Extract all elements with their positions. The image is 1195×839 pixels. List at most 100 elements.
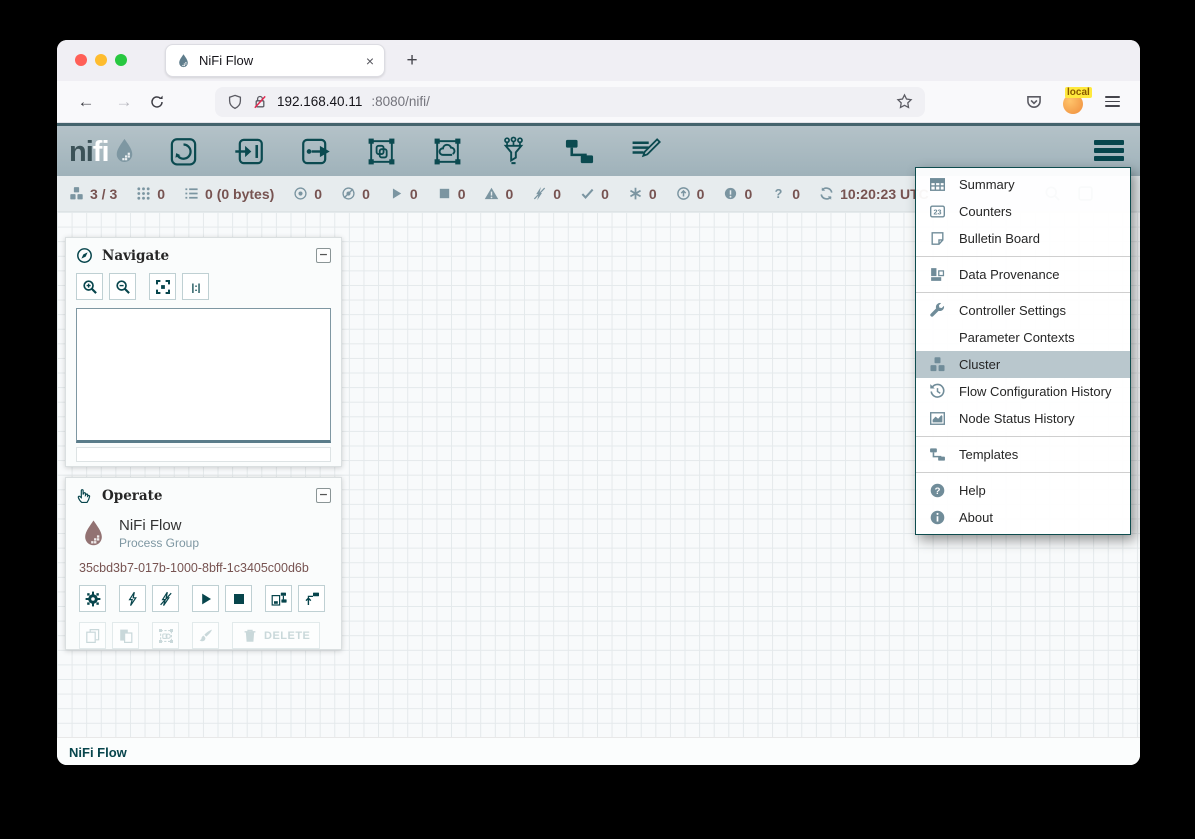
- menu-item-flow-configuration-history[interactable]: Flow Configuration History: [916, 378, 1130, 405]
- global-menu-button[interactable]: [1094, 140, 1124, 161]
- not-transmitting-icon: [341, 186, 356, 201]
- nifi-drop-icon: [111, 135, 138, 167]
- forward-button[interactable]: →: [111, 92, 137, 112]
- menu-item-label: Bulletin Board: [959, 231, 1040, 246]
- funnel-button[interactable]: [498, 136, 529, 167]
- enable-button[interactable]: [119, 585, 146, 612]
- menu-item-label: Help: [959, 483, 986, 498]
- menu-item-cluster[interactable]: Cluster: [916, 351, 1130, 378]
- firefox-menu-button[interactable]: [1105, 96, 1120, 107]
- menu-item-templates[interactable]: Templates: [916, 441, 1130, 468]
- collapse-navigate-button[interactable]: −: [316, 248, 331, 263]
- zoom-actual-icon: |:|: [188, 279, 204, 295]
- input-port-button[interactable]: [234, 136, 265, 167]
- status-sync-failure-value: 0: [792, 186, 800, 202]
- group-icon: [158, 628, 174, 644]
- zoom-actual-button[interactable]: |:|: [182, 273, 209, 300]
- menu-item-label: Summary: [959, 177, 1015, 192]
- process-group-button[interactable]: [366, 136, 397, 167]
- bolt-slash-btn-icon: [158, 591, 174, 607]
- save-template-icon: [271, 591, 287, 607]
- shield-icon[interactable]: [227, 94, 243, 110]
- paste-button: [112, 622, 139, 649]
- configuration-button[interactable]: [79, 585, 106, 612]
- menu-item-label: Counters: [959, 204, 1012, 219]
- insecure-lock-icon[interactable]: [252, 94, 268, 110]
- zoom-window-button[interactable]: [115, 54, 127, 66]
- status-disabled-value: 0: [553, 186, 561, 202]
- about-icon: [929, 509, 946, 526]
- selection-type: Process Group: [119, 536, 199, 550]
- menu-item-help[interactable]: ? Help: [916, 477, 1130, 504]
- menu-item-bulletin-board[interactable]: Bulletin Board: [916, 225, 1130, 252]
- logo-text-ni: ni: [69, 138, 93, 167]
- status-sync-failure: ?0: [771, 186, 800, 202]
- transmitting-icon: [293, 186, 308, 201]
- paste-icon: [118, 628, 134, 644]
- refresh-icon: [819, 186, 834, 201]
- bookmark-star-icon[interactable]: [896, 93, 913, 110]
- tab-title: NiFi Flow: [199, 53, 358, 68]
- asterisk-icon: [628, 186, 643, 201]
- zoom-fit-icon: [155, 279, 171, 295]
- menu-item-label: Node Status History: [959, 411, 1075, 426]
- operate-panel-title: Operate: [102, 488, 162, 504]
- disable-button[interactable]: [152, 585, 179, 612]
- zoom-out-button[interactable]: [109, 273, 136, 300]
- menu-item-parameter-contexts[interactable]: Parameter Contexts: [916, 324, 1130, 351]
- output-port-button[interactable]: [300, 136, 331, 167]
- url-path: :8080/nifi/: [371, 94, 430, 109]
- cluster-icon: [929, 356, 946, 373]
- url-host: 192.168.40.11: [277, 94, 362, 109]
- template-button[interactable]: [564, 136, 595, 167]
- hand-icon: [76, 487, 93, 504]
- status-stopped-value: 0: [458, 186, 466, 202]
- breadcrumb-bar: NiFi Flow: [57, 737, 1140, 765]
- browser-tab[interactable]: NiFi Flow ×: [165, 44, 385, 77]
- component-toolbar: [168, 136, 661, 167]
- menu-item-node-status-history[interactable]: Node Status History: [916, 405, 1130, 432]
- menu-item-label: Templates: [959, 447, 1018, 462]
- none-icon: [929, 329, 946, 346]
- stop-button[interactable]: [225, 585, 252, 612]
- save-template-button[interactable]: [265, 585, 292, 612]
- status-up-to-date: 0: [580, 186, 609, 202]
- browser-window: NiFi Flow × + ← → 192.168.40.11 :8080/nif…: [57, 40, 1140, 765]
- menu-item-data-provenance[interactable]: Data Provenance: [916, 261, 1130, 288]
- gear-icon: [85, 591, 101, 607]
- label-button[interactable]: [630, 136, 661, 167]
- breadcrumb[interactable]: NiFi Flow: [69, 745, 127, 760]
- help-icon: ?: [929, 482, 946, 499]
- birdseye-minimap[interactable]: [76, 308, 331, 443]
- flow-history-icon: [929, 383, 946, 400]
- url-bar[interactable]: 192.168.40.11 :8080/nifi/: [215, 87, 925, 117]
- tab-close-icon[interactable]: ×: [366, 53, 374, 69]
- zoom-fit-button[interactable]: [149, 273, 176, 300]
- remote-process-group-button[interactable]: [432, 136, 463, 167]
- menu-item-summary[interactable]: Summary: [916, 171, 1130, 198]
- brush-icon: [198, 628, 214, 644]
- minimize-window-button[interactable]: [95, 54, 107, 66]
- new-tab-button[interactable]: +: [399, 48, 425, 74]
- menu-item-controller-settings[interactable]: Controller Settings: [916, 297, 1130, 324]
- upload-template-button[interactable]: [298, 585, 325, 612]
- collapse-operate-button[interactable]: −: [316, 488, 331, 503]
- start-button[interactable]: [192, 585, 219, 612]
- global-menu: Summary 23Counters Bulletin Board Data Prov…: [915, 167, 1131, 535]
- processor-button[interactable]: [168, 136, 199, 167]
- status-invalid: 0: [484, 186, 513, 202]
- close-window-button[interactable]: [75, 54, 87, 66]
- zoom-in-button[interactable]: [76, 273, 103, 300]
- svg-text:|:|: |:|: [191, 283, 200, 294]
- reload-button[interactable]: [149, 94, 165, 110]
- navigate-panel: Navigate − |:|: [65, 237, 342, 467]
- status-active-threads-value: 0: [157, 186, 165, 202]
- menu-item-counters[interactable]: 23Counters: [916, 198, 1130, 225]
- status-stale-value: 0: [697, 186, 705, 202]
- back-button[interactable]: ←: [73, 92, 99, 112]
- profile-avatar[interactable]: local: [1063, 91, 1085, 113]
- pocket-icon[interactable]: [1025, 93, 1043, 111]
- running-icon: [389, 186, 404, 201]
- status-queued: 0 (0 bytes): [184, 186, 274, 202]
- menu-item-about[interactable]: About: [916, 504, 1130, 531]
